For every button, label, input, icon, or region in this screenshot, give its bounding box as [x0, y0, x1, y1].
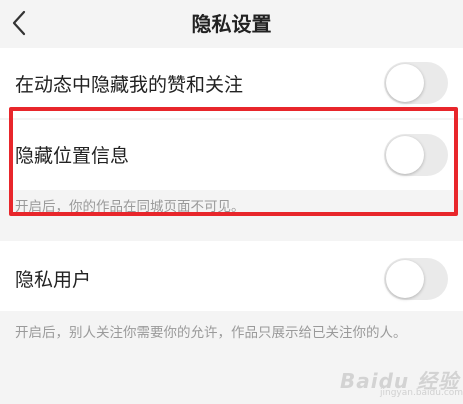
setting-row-private-user: 隐私用户: [0, 241, 463, 311]
toggle-knob: [386, 64, 424, 102]
toggle-knob: [386, 260, 424, 298]
page-title: 隐私设置: [191, 12, 272, 36]
toggle-private-user[interactable]: [384, 258, 448, 300]
watermark-sub: jingyan.baidu.com: [380, 388, 463, 398]
header: 隐私设置: [0, 0, 463, 46]
setting-label-private-user: 隐私用户: [15, 269, 92, 291]
toggle-hide-likes[interactable]: [384, 62, 448, 104]
setting-label-hide-likes: 在动态中隐藏我的赞和关注: [15, 74, 244, 96]
hint-private-user: 开启后，别人关注你需要你的允许，作品只展示给已关注你的人。: [15, 325, 407, 341]
highlight-box: [9, 107, 458, 216]
